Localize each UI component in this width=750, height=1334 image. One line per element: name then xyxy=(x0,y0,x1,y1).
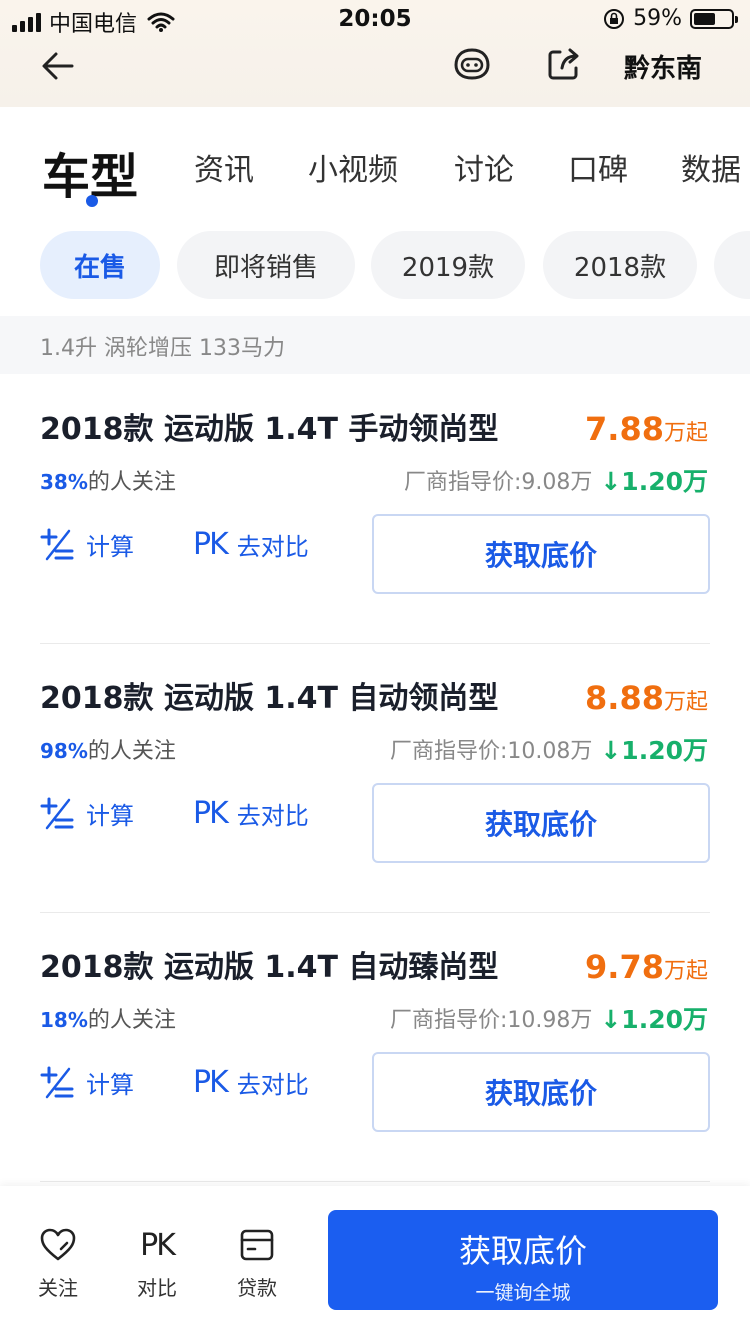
calculate-label: 计算 xyxy=(86,802,134,830)
price-value: 7.88 xyxy=(585,410,664,448)
cta-main-label: 获取底价 xyxy=(458,1232,587,1270)
compare-label: 去对比 xyxy=(236,533,309,561)
calculate-label: 计算 xyxy=(86,533,134,561)
follow-percent: 98% xyxy=(40,739,88,763)
chip-2019[interactable]: 2019款 xyxy=(371,231,525,299)
loan-button[interactable]: 贷款 xyxy=(217,1226,297,1301)
city-selector[interactable]: 黔东南 xyxy=(624,48,702,85)
follow-button[interactable]: 关注 xyxy=(18,1226,98,1301)
guide-price: 厂商指导价:10.98万 ↓1.20万 xyxy=(390,1000,708,1036)
calculator-icon xyxy=(40,797,74,829)
follow-rate: 18%的人关注 xyxy=(40,1002,176,1034)
chip-coming-soon[interactable]: 即将销售 xyxy=(177,231,355,299)
price-value: 9.78 xyxy=(585,948,664,986)
main-tabs: 车型 资讯 小视频 讨论 口碑 数据 xyxy=(0,107,750,217)
price-drop: ↓1.20万 xyxy=(600,1005,708,1034)
loan-label: 贷款 xyxy=(237,1276,277,1300)
pk-icon: PK xyxy=(193,527,229,562)
get-price-button[interactable]: 获取底价 xyxy=(372,783,710,863)
active-tab-indicator xyxy=(86,195,98,207)
get-price-button[interactable]: 获取底价 xyxy=(372,1052,710,1132)
car-price: 9.78万起 xyxy=(585,948,708,986)
price-unit: 万起 xyxy=(663,421,708,446)
compare-button[interactable]: PK 去对比 xyxy=(193,1065,309,1100)
guide-price-label: 厂商指导价:10.08万 xyxy=(389,739,593,764)
back-arrow-icon[interactable] xyxy=(38,46,78,86)
status-right: 59% xyxy=(603,6,738,31)
guide-price-label: 厂商指导价:10.98万 xyxy=(389,1008,593,1033)
price-value: 8.88 xyxy=(585,679,664,717)
chip-2018[interactable]: 2018款 xyxy=(543,231,697,299)
car-price: 8.88万起 xyxy=(585,679,708,717)
follow-rate: 98%的人关注 xyxy=(40,733,176,765)
compare-label: 去对比 xyxy=(236,802,309,830)
divider xyxy=(40,1181,710,1182)
battery-percent: 59% xyxy=(633,6,682,31)
car-list-item[interactable]: 2018款 运动版 1.4T 自动领尚型 8.88万起 98%的人关注 厂商指导… xyxy=(0,643,750,913)
pk-icon: PK xyxy=(193,796,229,831)
price-unit: 万起 xyxy=(663,959,708,984)
engine-group-label: 1.4升 涡轮增压 133马力 xyxy=(40,336,285,361)
calculator-icon xyxy=(40,1066,74,1098)
robot-face-icon[interactable] xyxy=(452,44,492,84)
price-drop: ↓1.20万 xyxy=(600,736,708,765)
follow-label: 关注 xyxy=(38,1276,78,1300)
pk-icon: PK xyxy=(140,1227,176,1263)
pk-icon: PK xyxy=(193,1065,229,1100)
battery-fill xyxy=(694,12,716,25)
tab-reviews[interactable]: 口碑 xyxy=(568,145,628,189)
card-icon xyxy=(240,1229,274,1261)
price-unit: 万起 xyxy=(663,690,708,715)
tab-news[interactable]: 资讯 xyxy=(194,145,254,189)
guide-price: 厂商指导价:9.08万 ↓1.20万 xyxy=(404,462,708,498)
car-name: 2018款 运动版 1.4T 自动臻尚型 xyxy=(40,950,499,985)
follow-percent: 18% xyxy=(40,1008,88,1032)
follow-text: 的人关注 xyxy=(87,739,176,764)
car-name: 2018款 运动版 1.4T 自动领尚型 xyxy=(40,681,499,716)
car-price: 7.88万起 xyxy=(585,410,708,448)
price-drop: ↓1.20万 xyxy=(600,467,708,496)
bottom-action-bar: 关注 PK 对比 贷款 获取底价 一键询全城 xyxy=(0,1186,750,1334)
compare-button[interactable]: PK 去对比 xyxy=(193,527,309,562)
follow-text: 的人关注 xyxy=(87,1008,176,1033)
follow-rate: 38%的人关注 xyxy=(40,464,176,496)
engine-group-header: 1.4升 涡轮增压 133马力 xyxy=(0,316,750,374)
cta-sub-label: 一键询全城 xyxy=(475,1282,571,1304)
filter-chips: 在售 即将销售 2019款 2018款 xyxy=(0,231,750,299)
compare-tab-label: 对比 xyxy=(137,1276,177,1300)
status-bar: 中国电信 20:05 59% xyxy=(0,0,750,40)
calculator-icon xyxy=(40,528,74,560)
guide-price-label: 厂商指导价:9.08万 xyxy=(403,470,593,495)
heart-icon xyxy=(40,1228,76,1261)
calculate-button[interactable]: 计算 xyxy=(40,527,134,562)
chip-on-sale[interactable]: 在售 xyxy=(40,231,160,299)
rotation-lock-icon xyxy=(604,8,625,29)
nav-bar: 黔东南 xyxy=(0,40,750,107)
chip-more[interactable] xyxy=(714,231,750,299)
car-list-item[interactable]: 2018款 运动版 1.4T 自动臻尚型 9.78万起 18%的人关注 厂商指导… xyxy=(0,912,750,1182)
compare-button[interactable]: PK 去对比 xyxy=(193,796,309,831)
calculate-label: 计算 xyxy=(86,1071,134,1099)
get-price-button[interactable]: 获取底价 xyxy=(372,514,710,594)
follow-text: 的人关注 xyxy=(87,470,176,495)
follow-percent: 38% xyxy=(40,470,88,494)
car-name: 2018款 运动版 1.4T 手动领尚型 xyxy=(40,412,499,447)
guide-price: 厂商指导价:10.08万 ↓1.20万 xyxy=(390,731,708,767)
compare-label: 去对比 xyxy=(236,1071,309,1099)
tab-data[interactable]: 数据 xyxy=(681,145,741,189)
share-icon[interactable] xyxy=(544,44,584,84)
calculate-button[interactable]: 计算 xyxy=(40,796,134,831)
battery-icon xyxy=(690,8,738,29)
calculate-button[interactable]: 计算 xyxy=(40,1065,134,1100)
get-lowest-price-cta[interactable]: 获取底价 一键询全城 xyxy=(328,1210,718,1310)
compare-tab-button[interactable]: PK 对比 xyxy=(117,1226,197,1301)
car-list-item[interactable]: 2018款 运动版 1.4T 手动领尚型 7.88万起 38%的人关注 厂商指导… xyxy=(0,374,750,644)
top-area: 中国电信 20:05 59% 黔东南 xyxy=(0,0,750,107)
tab-discussion[interactable]: 讨论 xyxy=(454,145,514,189)
tab-short-video[interactable]: 小视频 xyxy=(308,145,398,189)
